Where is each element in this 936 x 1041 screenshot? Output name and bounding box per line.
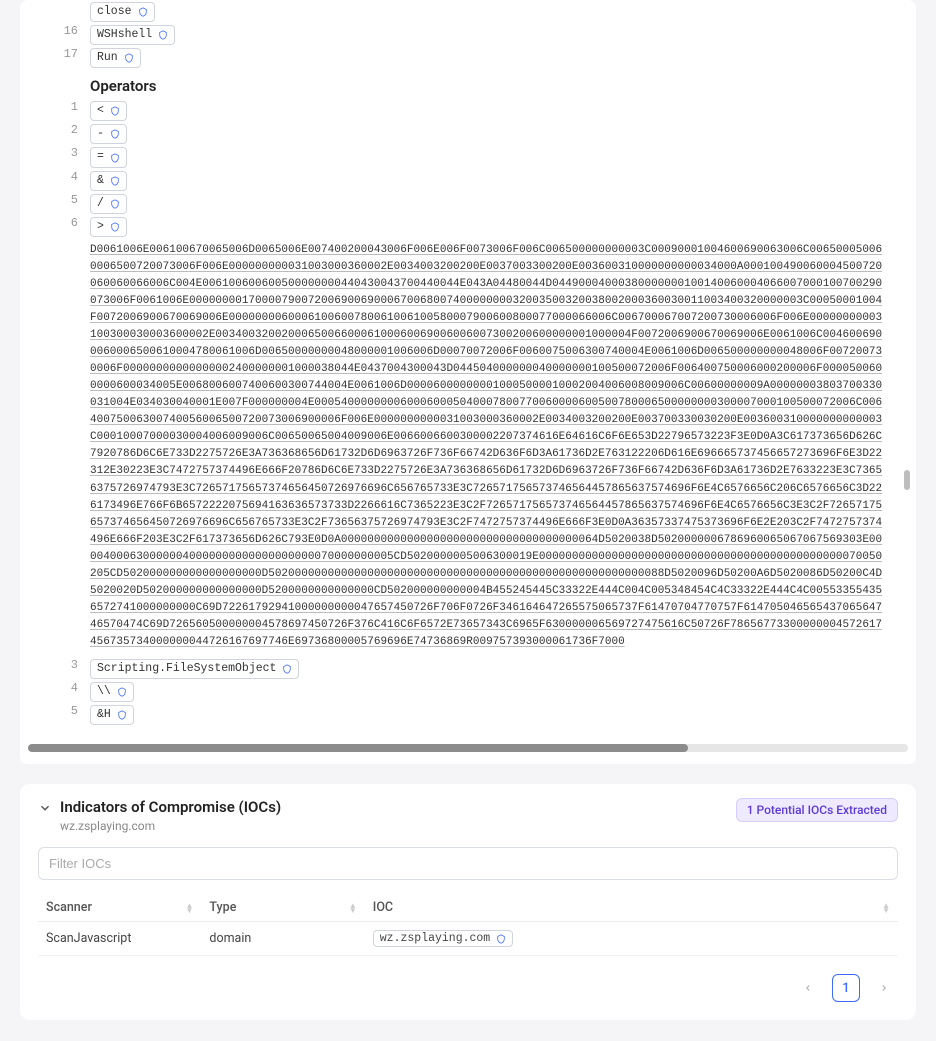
ioc-subtitle: wz.zsplaying.com [60, 819, 281, 833]
line-number: 4 [30, 170, 78, 184]
code-tag[interactable]: Scripting.FileSystemObject [90, 659, 299, 679]
column-header-label: Scanner [46, 900, 92, 915]
code-line: 17 Run [30, 46, 906, 69]
line-number: 5 [30, 704, 78, 718]
line-number: 16 [30, 24, 78, 38]
code-tag-label: - [97, 126, 104, 142]
code-line: 2 - [30, 122, 906, 145]
pager-prev-button[interactable] [794, 974, 822, 1002]
code-line: 16 WSHshell [30, 23, 906, 46]
ioc-count-badge: 1 Potential IOCs Extracted [736, 798, 898, 822]
code-line: 3 = [30, 145, 906, 168]
shield-icon [110, 221, 120, 233]
code-line: close [30, 0, 906, 23]
pager-current-page[interactable]: 1 [832, 974, 860, 1002]
shield-icon [138, 6, 148, 18]
ioc-card: Indicators of Compromise (IOCs) wz.zspla… [20, 784, 916, 1020]
filter-iocs-input[interactable] [38, 847, 898, 880]
shield-icon [110, 152, 120, 164]
operators-heading: Operators [30, 69, 906, 99]
code-tag[interactable]: close [90, 2, 155, 22]
code-tag[interactable]: WSHshell [90, 25, 175, 45]
code-tag[interactable]: < [90, 101, 127, 121]
code-tag-label: \\ [97, 684, 111, 700]
sort-icon[interactable]: ▲▼ [882, 903, 890, 913]
code-line: 3 Scripting.FileSystemObject [30, 657, 906, 680]
pager-next-button[interactable] [870, 974, 898, 1002]
code-line: 1 < [30, 99, 906, 122]
code-tag[interactable]: / [90, 194, 127, 214]
hex-dump[interactable]: D0061006E006100670065006D0065006E0074002… [90, 242, 886, 651]
table-row: ScanJavascript domain wz.zsplaying.com [38, 922, 898, 956]
code-tag[interactable]: & [90, 171, 127, 191]
shield-icon [117, 709, 127, 721]
code-tag-label: / [97, 196, 104, 212]
shield-icon [496, 933, 506, 945]
code-line: 4 & [30, 169, 906, 192]
line-number: 2 [30, 123, 78, 137]
code-tag[interactable]: \\ [90, 682, 134, 702]
code-line: 5 / [30, 192, 906, 215]
column-header-scanner[interactable]: Scanner ▲▼ [38, 894, 201, 922]
code-tag-label: < [97, 103, 104, 119]
code-tag-label: WSHshell [97, 27, 152, 43]
line-number: 4 [30, 681, 78, 695]
code-tag-label: = [97, 149, 104, 165]
code-tag[interactable]: Run [90, 48, 141, 68]
line-number: 5 [30, 193, 78, 207]
column-header-ioc[interactable]: IOC ▲▼ [365, 894, 898, 922]
column-header-label: IOC [373, 900, 393, 915]
code-tag-label: close [97, 4, 132, 20]
shield-icon [124, 52, 134, 64]
code-line: 5 &H [30, 703, 906, 726]
horizontal-scrollbar-thumb[interactable] [28, 744, 688, 752]
code-tag-label: & [97, 173, 104, 189]
shield-icon [110, 128, 120, 140]
code-tag-label: > [97, 219, 104, 235]
cell-scanner: ScanJavascript [38, 922, 201, 956]
line-number: 3 [30, 658, 78, 672]
ioc-value-tag[interactable]: wz.zsplaying.com [373, 930, 513, 947]
code-tag-label: Run [97, 50, 118, 66]
cell-type: domain [201, 922, 364, 956]
line-number: 3 [30, 146, 78, 160]
shield-icon [282, 663, 292, 675]
code-tag-label: Scripting.FileSystemObject [97, 661, 276, 677]
line-number: 1 [30, 100, 78, 114]
line-number: 6 [30, 216, 78, 230]
column-header-label: Type [209, 900, 236, 915]
horizontal-scrollbar[interactable] [28, 744, 908, 752]
code-tag[interactable]: > [90, 217, 127, 237]
pagination: 1 [38, 974, 898, 1002]
code-line: 4 \\ [30, 680, 906, 703]
shield-icon [110, 105, 120, 117]
vertical-scrollbar-thumb[interactable] [904, 470, 910, 490]
shield-icon [110, 198, 120, 210]
collapse-toggle-icon[interactable] [38, 801, 52, 815]
ioc-value-label: wz.zsplaying.com [380, 932, 490, 945]
code-tag[interactable]: = [90, 147, 127, 167]
ioc-title: Indicators of Compromise (IOCs) [60, 798, 281, 816]
shield-icon [158, 29, 168, 41]
column-header-type[interactable]: Type ▲▼ [201, 894, 364, 922]
shield-icon [110, 175, 120, 187]
code-tag[interactable]: - [90, 124, 127, 144]
code-tag[interactable]: &H [90, 705, 134, 725]
cell-ioc: wz.zsplaying.com [365, 922, 898, 956]
code-line: 6 > [30, 215, 906, 238]
ioc-table: Scanner ▲▼ Type ▲▼ IOC ▲▼ [38, 894, 898, 956]
code-card: close 16 WSHshell 17 Run [20, 0, 916, 764]
code-tag-label: &H [97, 707, 111, 723]
shield-icon [117, 686, 127, 698]
sort-icon[interactable]: ▲▼ [349, 903, 357, 913]
sort-icon[interactable]: ▲▼ [185, 903, 193, 913]
line-number: 17 [30, 47, 78, 61]
